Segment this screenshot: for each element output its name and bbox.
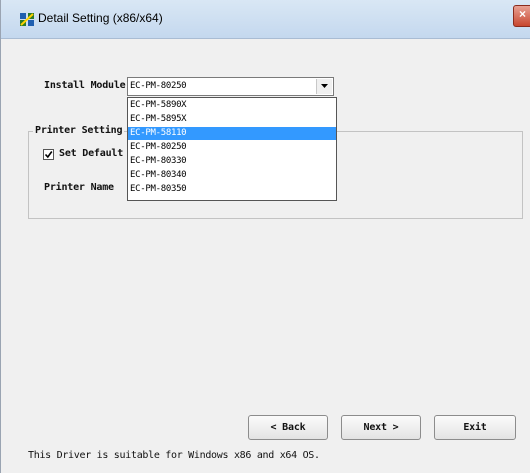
detail-setting-dialog: Detail Setting (x86/x64) × Install Modul…: [0, 0, 530, 473]
install-module-select[interactable]: EC-PM-80250: [127, 77, 334, 96]
install-module-label: Install Module: [44, 80, 126, 91]
dropdown-option[interactable]: EC-PM-5895X: [128, 113, 336, 126]
next-button[interactable]: Next >: [341, 415, 421, 440]
title-bar[interactable]: Detail Setting (x86/x64) ×: [1, 0, 530, 39]
dropdown-arrow-button[interactable]: [316, 79, 332, 94]
close-button[interactable]: ×: [513, 5, 530, 27]
dropdown-option[interactable]: EC-PM-80330: [128, 155, 336, 168]
dropdown-option[interactable]: EC-PM-5890X: [128, 99, 336, 112]
set-default-checkbox[interactable]: [43, 149, 54, 160]
printer-app-icon: [20, 13, 34, 26]
set-default-label: Set Default: [59, 148, 124, 159]
footer-note: This Driver is suitable for Windows x86 …: [28, 450, 320, 461]
install-module-dropdown-list: EC-PM-5890X EC-PM-5895X EC-PM-58110 EC-P…: [127, 97, 337, 201]
dropdown-option[interactable]: EC-PM-80350: [128, 183, 336, 196]
chevron-down-icon: [321, 84, 328, 88]
dropdown-option[interactable]: EC-PM-80340: [128, 169, 336, 182]
exit-button[interactable]: Exit: [434, 415, 516, 440]
back-button[interactable]: < Back: [248, 415, 328, 440]
close-icon: ×: [519, 7, 527, 21]
checkmark-icon: [44, 151, 53, 159]
install-module-value: EC-PM-80250: [130, 81, 187, 91]
printer-name-label: Printer Name: [44, 182, 114, 193]
window-title: Detail Setting (x86/x64): [38, 11, 163, 25]
dropdown-option-selected[interactable]: EC-PM-58110: [128, 127, 336, 140]
printer-setting-group-label: Printer Setting: [33, 125, 125, 136]
dropdown-option[interactable]: EC-PM-80250: [128, 141, 336, 154]
